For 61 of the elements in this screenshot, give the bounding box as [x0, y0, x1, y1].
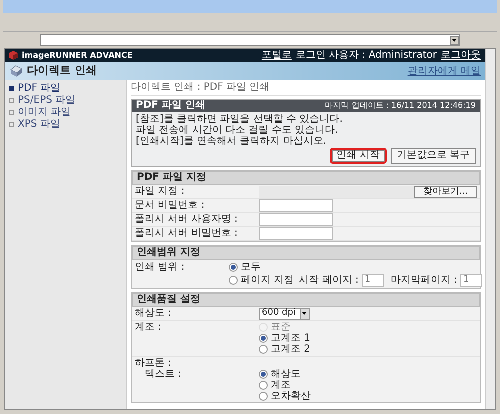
panel-title: PDF 파일 인쇄 — [136, 100, 206, 112]
cube-icon — [9, 51, 18, 60]
radio-label: 표준 — [271, 321, 291, 334]
field-label: 시작 페이지 : — [299, 274, 359, 288]
field-label: 계조 : — [135, 322, 163, 335]
note-text: [인쇄시작]를 연속해서 클릭하지 마십시오. — [136, 136, 328, 147]
dropdown-icon[interactable] — [300, 308, 309, 318]
field-label: 텍스트 : — [144, 369, 183, 382]
sidebar-item[interactable]: PS/EPS 파일 — [5, 94, 126, 106]
radio-label: 해상도 — [271, 368, 301, 380]
radio-button[interactable] — [259, 381, 268, 390]
action-button[interactable]: 기본값으로 복구 — [390, 148, 476, 164]
note-text: [참조]를 클릭하면 파일을 선택할 수 있습니다. — [136, 114, 344, 125]
address-field[interactable] — [40, 34, 460, 46]
input-field[interactable] — [259, 227, 333, 240]
action-button[interactable]: 인쇄 시작 — [330, 148, 387, 164]
header-link[interactable]: 로그아웃 — [441, 48, 481, 63]
radio-button[interactable] — [259, 370, 268, 379]
field-label: 폴리시 서버 사용자명 : — [135, 213, 239, 227]
sidebar-item[interactable]: PDF 파일 — [5, 82, 126, 94]
input-field[interactable]: 1 — [460, 274, 482, 287]
section-header: PDF 파일 지정 — [132, 171, 480, 185]
field-label: 인쇄 범위 : — [135, 261, 186, 275]
radio-button[interactable] — [259, 392, 268, 401]
radio-label: 모두 — [241, 261, 261, 275]
brand-name: imageRUNNER ADVANCE — [22, 50, 134, 62]
field-label: 파일 지정 : — [135, 185, 186, 199]
mail-link[interactable]: 관리자에게 메일 — [408, 64, 481, 78]
radio-button[interactable] — [259, 345, 268, 354]
sidebar-item[interactable]: XPS 파일 — [5, 118, 126, 130]
radio-button[interactable] — [259, 334, 268, 343]
radio-button[interactable] — [229, 263, 238, 272]
field-label: 하프톤 : — [135, 358, 173, 369]
header-link[interactable]: 포털로 — [262, 48, 292, 63]
radio-label: 페이지 지정 — [241, 274, 294, 288]
radio-label: 오차확산 — [271, 390, 311, 404]
resolution-select[interactable]: 600 dpi — [259, 308, 310, 320]
dropdown-icon[interactable] — [450, 36, 459, 44]
section-header: 인쇄범위 지정 — [132, 246, 480, 260]
radio-label: 계조 — [271, 379, 291, 392]
input-field[interactable] — [259, 213, 333, 226]
breadcrumb: 다이렉트 인쇄 : PDF 파일 인쇄 — [131, 82, 481, 96]
section-header: 인쇄품질 설정 — [132, 293, 480, 307]
field-label: 마지막페이지 : — [390, 274, 458, 288]
radio-label: 고계조 1 — [271, 332, 311, 344]
scrollbar[interactable] — [485, 49, 495, 409]
last-updated: 마지막 업데이트 : 16/11 2014 12:46:19 — [325, 100, 476, 112]
banner-title: 다이렉트 인쇄 — [27, 62, 98, 79]
user-label: 로그인 사용자 : Administrator — [296, 49, 437, 63]
printer-icon — [9, 64, 23, 78]
field-label: 해상도 : — [135, 307, 173, 321]
radio-label: 고계조 2 — [271, 343, 311, 357]
sidebar-item[interactable]: 이미지 파일 — [5, 106, 126, 118]
field-label: 문서 비밀번호 : — [135, 199, 206, 213]
note-text: 파일 전송에 시간이 다소 걸릴 수도 있습니다. — [136, 125, 340, 136]
input-field[interactable]: 1 — [362, 274, 384, 287]
field-label: 폴리시 서버 비밀번호 : — [135, 227, 239, 241]
file-field[interactable]: 찾아보기... — [259, 186, 477, 198]
radio-button[interactable] — [229, 276, 238, 285]
input-field[interactable] — [259, 199, 333, 212]
browse-button[interactable]: 찾아보기... — [414, 186, 477, 198]
